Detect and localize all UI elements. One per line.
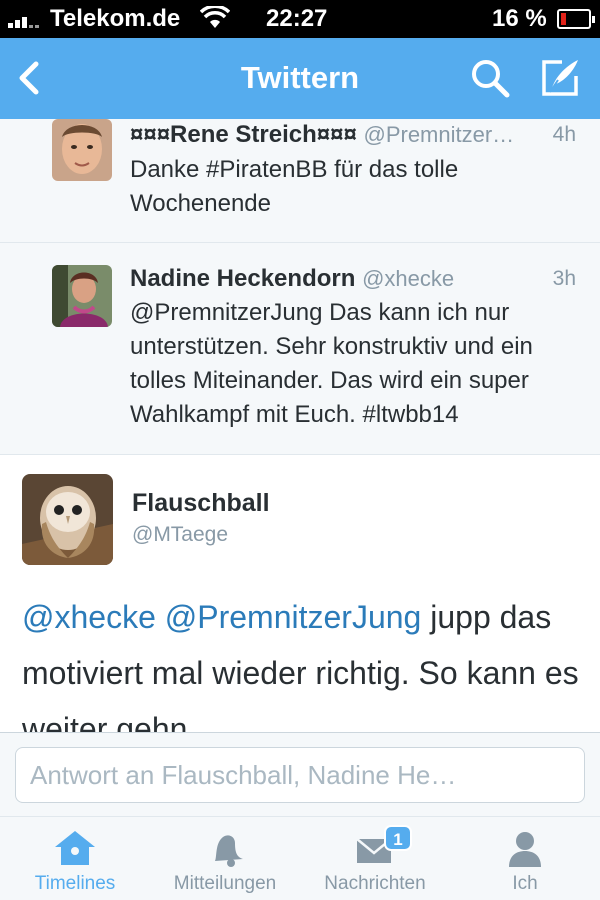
tweet-item[interactable]: ¤¤¤Rene Streich¤¤¤ @Premnitzer… 4h Danke… <box>0 119 600 243</box>
author-handle[interactable]: @MTaege <box>132 523 228 547</box>
mention-link[interactable]: @xhecke <box>22 599 156 635</box>
battery-percentage: 16 % <box>492 5 547 32</box>
tab-label: Mitteilungen <box>173 873 277 894</box>
tweet-author: Nadine Heckendorn @xhecke <box>130 265 454 293</box>
tweet-text: Danke #PiratenBB für das tolle Wochenend… <box>130 156 459 217</box>
avatar[interactable] <box>52 265 112 327</box>
tab-nachrichten[interactable]: 1 Nachrichten <box>300 817 450 900</box>
tweet-timestamp: 4h <box>552 123 576 146</box>
signal-strength-icon <box>8 14 44 28</box>
tweet-timestamp: 3h <box>552 267 576 290</box>
tab-label: Ich <box>512 873 538 894</box>
reply-input[interactable] <box>15 747 585 803</box>
clock: 22:27 <box>266 5 328 32</box>
status-bar: Telekom.de 22:27 16 % <box>0 0 600 38</box>
author-handle[interactable]: @Premnitzer… <box>363 122 514 147</box>
author-name[interactable]: Flauschball <box>132 489 270 518</box>
author-handle[interactable]: @xhecke <box>362 266 454 291</box>
tab-label: Timelines <box>34 873 116 894</box>
carrier-name: Telekom.de <box>50 5 181 32</box>
tab-timelines[interactable]: Timelines <box>0 817 150 900</box>
battery-icon <box>557 9 595 29</box>
tab-bar: Timelines Mitteilungen 1 Nachrichten Ich <box>0 816 600 900</box>
tweet-author: ¤¤¤Rene Streich¤¤¤ @Premnitzer… <box>130 121 514 149</box>
tab-ich[interactable]: Ich <box>450 817 600 900</box>
home-icon <box>55 831 95 865</box>
avatar[interactable] <box>52 119 112 181</box>
avatar[interactable] <box>22 474 113 565</box>
navigation-bar: Twittern <box>0 38 600 119</box>
author-name[interactable]: ¤¤¤Rene Streich¤¤¤ <box>130 121 357 148</box>
tweet-item[interactable]: Nadine Heckendorn @xhecke 3h @Premnitzer… <box>0 243 600 455</box>
author-name[interactable]: Nadine Heckendorn <box>130 265 355 292</box>
tab-label: Nachrichten <box>324 873 426 894</box>
focused-tweet: Flauschball @MTaege @xhecke @PremnitzerJ… <box>0 456 600 732</box>
reply-bar <box>0 732 600 816</box>
mention-link[interactable]: @PremnitzerJung <box>165 599 422 635</box>
unread-badge: 1 <box>384 825 412 851</box>
tweet-text: @PremnitzerJung Das kann ich nur unterst… <box>130 299 533 428</box>
search-icon[interactable] <box>468 56 512 100</box>
bell-icon <box>215 835 243 867</box>
person-icon <box>509 832 541 867</box>
compose-tweet-icon[interactable] <box>538 56 582 100</box>
tab-mitteilungen[interactable]: Mitteilungen <box>150 817 300 900</box>
wifi-icon <box>200 6 230 28</box>
tweet-text: @xhecke @PremnitzerJung jupp das motivie… <box>22 589 582 732</box>
